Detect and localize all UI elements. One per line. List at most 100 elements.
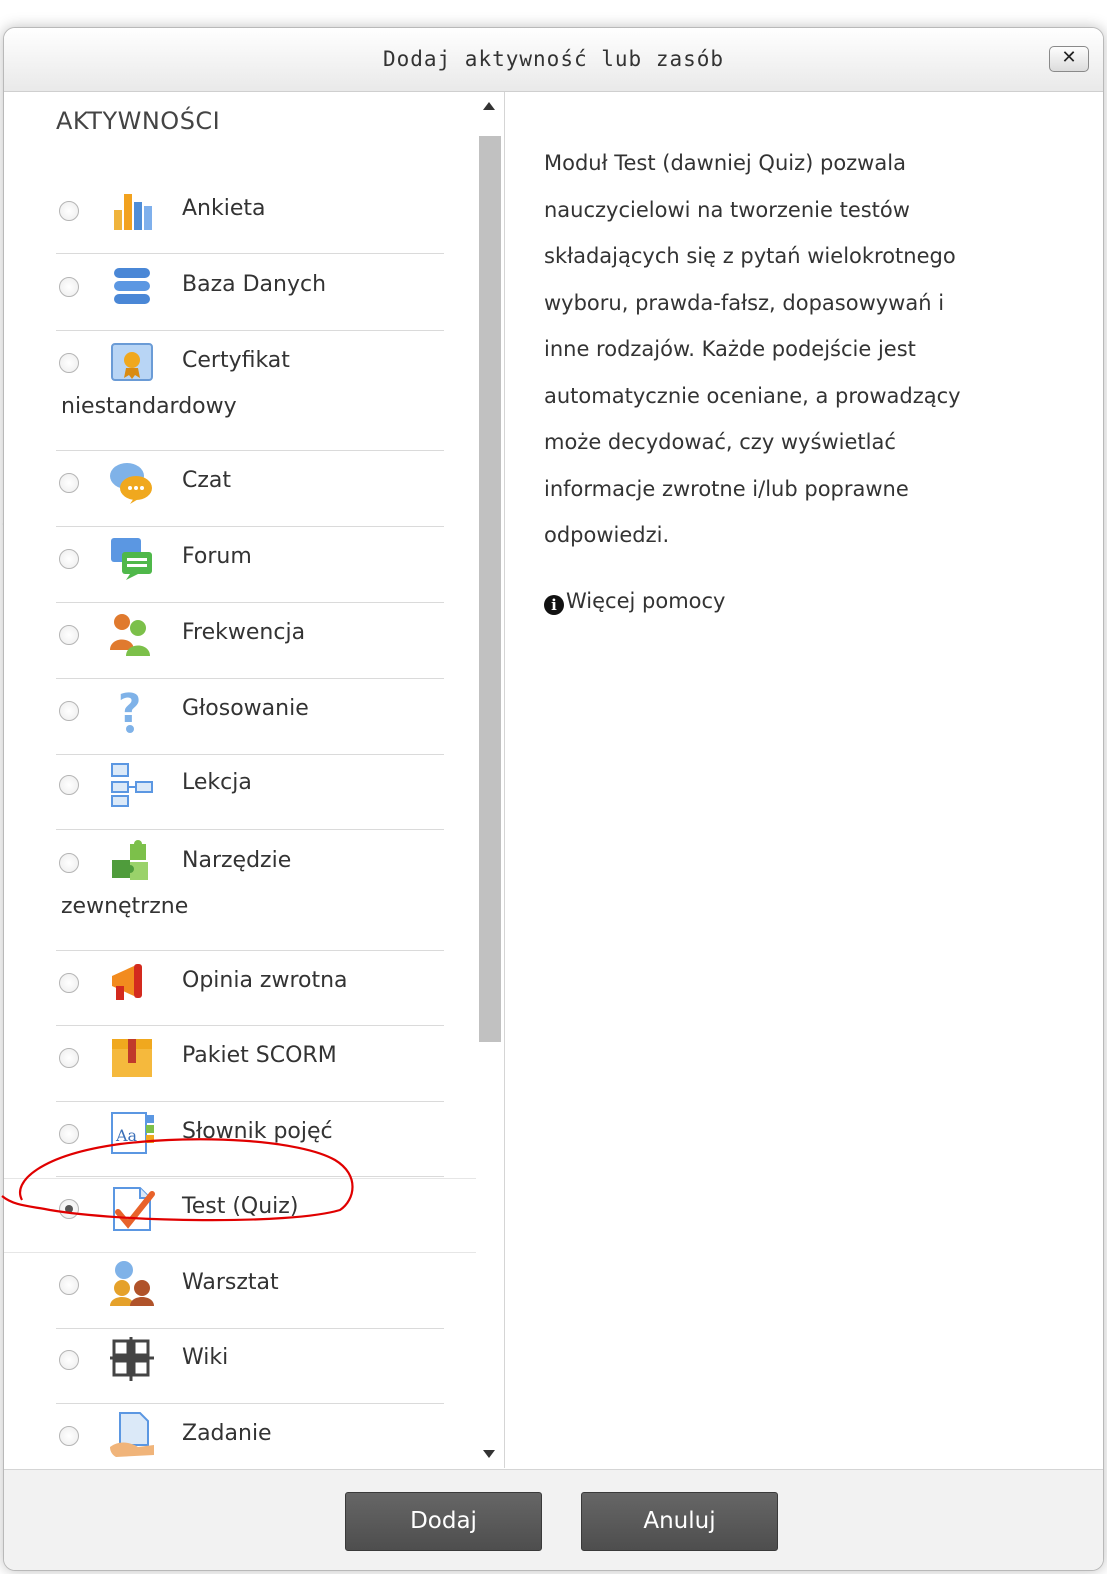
activity-option[interactable]: Zadanie [16,1405,474,1468]
activity-radio[interactable] [59,1275,79,1295]
close-button[interactable]: ✕ [1049,46,1089,72]
activity-label: Baza Danych [182,272,327,297]
option-separator [56,950,444,951]
activity-label: Ankieta [182,196,266,221]
option-separator [56,678,444,679]
option-separator [56,1403,444,1404]
database-icon [108,262,156,310]
dialog-footer: Dodaj Anuluj [4,1469,1103,1570]
description-line: wyboru, prawda-fałsz, dopasowywań i [544,290,945,315]
activity-radio[interactable] [59,473,79,493]
question-icon: ? [108,686,156,734]
workshop-icon [108,1260,156,1308]
scroll-up-arrow-icon[interactable] [483,102,495,110]
activity-radio[interactable] [59,1124,79,1144]
glossary-icon: Aa [108,1109,156,1157]
activity-radio[interactable] [59,853,79,873]
activity-option[interactable]: Lekcja [16,756,474,830]
forum-icon [108,534,156,582]
activity-radio[interactable] [59,549,79,569]
activity-label: Głosowanie [182,696,309,721]
activity-option[interactable]: Certyfikat niestandardowy [16,332,474,451]
scroll-thumb[interactable] [479,136,501,1042]
activity-option[interactable]: Ankieta [16,182,474,254]
puzzle-icon [108,838,156,886]
activity-radio[interactable] [59,1048,79,1068]
dialog-titlebar: Dodaj aktywność lub zasób ✕ [4,28,1103,92]
certificate-icon [108,338,156,386]
megaphone-icon [108,958,156,1006]
scroll-down-arrow-icon[interactable] [483,1450,495,1458]
add-activity-dialog: Dodaj aktywność lub zasób ✕ AKTYWNOŚCI A… [3,27,1104,1571]
option-separator [56,754,444,755]
activity-label: Certyfikat [182,348,290,373]
activity-label: Opinia zwrotna [182,968,348,993]
activity-radio[interactable] [59,1199,79,1219]
description-line: składających się z pytań wielokrotnego [544,244,956,268]
cancel-button[interactable]: Anuluj [581,1492,778,1551]
assignment-icon [108,1411,156,1459]
activity-option[interactable]: Test (Quiz) [4,1178,476,1253]
module-description: Moduł Test (dawniej Quiz) pozwala nauczyc… [544,140,1044,559]
activity-option[interactable]: Baza Danych [16,256,474,331]
section-title: AKTYWNOŚCI [56,107,221,135]
activities-list-pane: AKTYWNOŚCI Ankieta Baza Danych Certyfikat n… [4,92,505,1468]
activity-label: Frekwencja [182,620,306,645]
option-separator [56,602,444,603]
activity-option[interactable]: ? Głosowanie [16,680,474,755]
activity-label-continued: niestandardowy [61,394,237,419]
attendance-icon [108,610,156,658]
option-separator [56,330,444,331]
activity-option[interactable]: Frekwencja [16,604,474,679]
activity-option[interactable]: Czat [16,452,474,527]
activity-radio[interactable] [59,701,79,721]
activity-option[interactable]: Pakiet SCORM [16,1027,474,1102]
activity-option[interactable]: Narzędzie zewnętrzne [16,832,474,951]
option-separator [56,450,444,451]
activity-radio[interactable] [59,1350,79,1370]
activity-radio[interactable] [59,277,79,297]
description-line: nauczycielowi na tworzenie testów [544,197,910,222]
activity-label: Pakiet SCORM [182,1043,337,1068]
activity-radio[interactable] [59,625,79,645]
option-separator [56,526,444,527]
activity-label: Narzędzie [182,848,292,873]
activity-option[interactable]: Forum [16,528,474,603]
activity-option[interactable]: Aa Słownik pojęć [16,1103,474,1177]
description-line: informacje zwrotne i/lub poprawne [544,476,909,501]
info-icon: i [544,595,564,615]
option-separator [56,829,444,830]
activity-radio[interactable] [59,775,79,795]
activity-label: Zadanie [182,1421,272,1446]
activity-radio[interactable] [59,353,79,373]
package-icon [108,1033,156,1081]
activity-option[interactable]: Warsztat [16,1254,474,1329]
description-line: automatycznie oceniane, a prowadzący [544,383,961,408]
activity-label: Lekcja [182,770,252,795]
list-scrollbar[interactable] [478,98,502,1466]
activity-label-continued: zewnętrzne [61,894,189,919]
quiz-check-icon [108,1184,156,1232]
activity-radio[interactable] [59,201,79,221]
activity-label: Czat [182,468,232,493]
activity-radio[interactable] [59,1426,79,1446]
activity-label: Test (Quiz) [182,1194,299,1219]
activity-option[interactable]: Opinia zwrotna [16,952,474,1026]
description-line: inne rodzajów. Każde podejście jest [544,337,916,361]
more-help-label: Więcej pomocy [566,589,726,613]
svg-text:Aa: Aa [115,1126,138,1145]
option-separator [56,1176,444,1177]
description-line: Moduł Test (dawniej Quiz) pozwala [544,151,906,175]
activity-option[interactable]: Wiki [16,1329,474,1404]
wiki-icon [108,1335,156,1383]
option-separator [56,253,444,254]
dialog-title: Dodaj aktywność lub zasób [382,47,725,71]
more-help-link[interactable]: i Więcej pomocy [544,589,726,615]
option-separator [56,1025,444,1026]
add-button[interactable]: Dodaj [345,1492,542,1551]
activity-label: Słownik pojęć [182,1119,333,1144]
activity-radio[interactable] [59,973,79,993]
description-line: odpowiedzi. [544,523,670,547]
description-line: może decydować, czy wyświetlać [544,430,896,454]
activity-label: Warsztat [182,1270,279,1295]
